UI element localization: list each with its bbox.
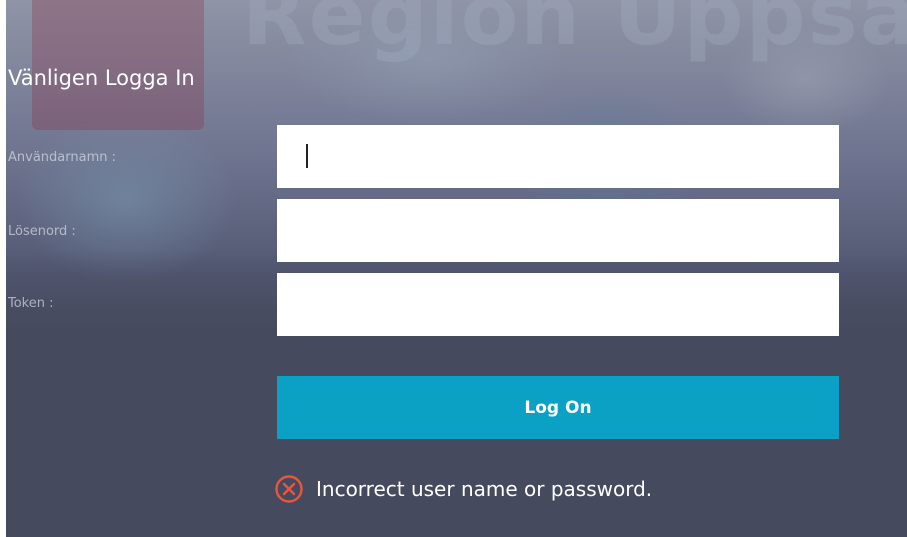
username-label: Användarnamn : — [8, 150, 116, 165]
region-logo-text: Region Uppsala — [242, 0, 907, 64]
token-label: Token : — [8, 296, 54, 311]
text-caret — [306, 144, 308, 168]
login-page: Region Uppsala Vänligen Logga In Använda… — [6, 0, 907, 537]
token-input[interactable] — [277, 273, 839, 336]
password-input[interactable] — [277, 199, 839, 262]
username-input[interactable] — [277, 125, 839, 188]
error-text: Incorrect user name or password. — [316, 477, 653, 501]
log-on-button[interactable]: Log On — [277, 376, 839, 439]
login-heading: Vänligen Logga In — [8, 66, 195, 90]
error-message: Incorrect user name or password. — [274, 474, 652, 504]
error-circle-x-icon — [275, 475, 303, 503]
password-label: Lösenord : — [8, 224, 76, 239]
region-logo-mark — [32, 0, 204, 130]
